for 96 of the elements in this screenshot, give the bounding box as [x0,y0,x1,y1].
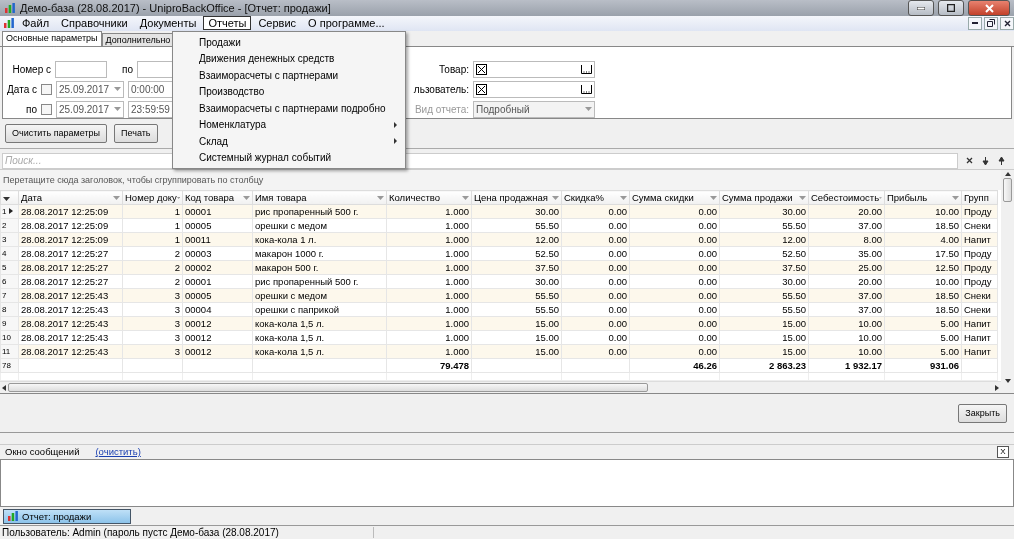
clear-icon[interactable] [476,83,487,95]
menu-item[interactable]: Справочники [56,16,133,31]
find-previous-button[interactable] [996,154,1006,167]
number-label: по [121,63,133,75]
number-field[interactable] [55,60,107,78]
clear-icon[interactable] [476,63,487,75]
column-header[interactable]: Скидка% [561,190,630,205]
print-button[interactable]: Печать [114,123,158,143]
column-header[interactable]: Дата [18,190,123,205]
horizontal-scrollbar[interactable] [0,381,1001,394]
minimize-icon [972,22,978,25]
column-header[interactable]: Код товара [182,190,253,205]
column-header[interactable]: Групп [961,190,998,205]
bar-chart-icon [3,17,15,30]
dropdown-caret-icon [585,107,592,112]
user-field[interactable] [473,80,595,98]
up-arrow-icon [997,156,1005,165]
close-messages-button[interactable]: X [997,445,1009,458]
status-text: Пользователь: Admin (пароль пустс Демо-база (28.08.2017) [2,526,374,538]
messages-title: Окно сообщений [5,446,80,458]
window-title: Демо-база (28.08.2017) - UniproBackOffice - [Отчет: продажи] [20,2,332,15]
close-icon [984,3,994,13]
column-header[interactable] [0,190,19,205]
scroll-thumb[interactable] [8,383,648,393]
filter-caret-icon [710,195,717,200]
scroll-thumb[interactable] [1003,178,1012,203]
menu-item[interactable]: Склад [173,133,405,150]
row-pointer-icon [9,208,14,215]
date-label: по [25,103,37,115]
menu-item[interactable]: Номенклатура [173,116,405,133]
column-header[interactable]: Сумма продажи [719,190,809,205]
menu-item[interactable]: О программе... [303,16,390,31]
dropdown-caret-icon [114,107,121,112]
close-button[interactable] [1000,16,1014,30]
up-arrow-icon [1004,172,1011,177]
window-tab[interactable]: Отчет: продажи [3,508,131,524]
clear-link[interactable]: (очистить) [95,446,141,458]
dropdown-caret-icon [114,87,121,92]
restore-button[interactable] [984,16,998,30]
column-header[interactable]: Количество [386,190,472,205]
minimize-icon [917,6,925,10]
filter-caret-icon [952,195,959,200]
submenu-arrow-icon [394,121,397,128]
right-arrow-icon [995,384,999,391]
date-field[interactable]: 25.09.2017 [56,80,124,98]
down-arrow-icon [981,156,989,165]
find-next-button[interactable] [980,154,990,167]
filter-caret-icon [243,195,250,200]
bar-chart-icon [4,2,16,15]
user-label: льзователь: [412,83,469,95]
submenu-arrow-icon [394,138,397,145]
report-type-label: Вид отчета: [413,103,469,115]
number-label: Номер с [11,63,51,75]
filter-caret-icon [113,195,120,200]
date-label: Дата с [6,83,37,95]
minimize-button[interactable] [968,16,982,30]
column-header[interactable]: Имя товара [252,190,387,205]
date-field[interactable]: 25.09.2017 [56,100,124,118]
maximize-button[interactable] [938,0,964,17]
close-icon [1003,19,1011,27]
column-header[interactable]: Номер доку [122,190,183,205]
tab[interactable]: Дополнительно [101,32,175,46]
checkbox[interactable] [41,83,52,95]
checkbox[interactable] [41,103,52,115]
menu-item[interactable]: Системный журнал событий [173,149,405,166]
browse-icon[interactable] [581,64,592,74]
filter-caret-icon [462,195,469,200]
column-header[interactable]: Цена продажная [471,190,562,205]
column-header[interactable]: Сумма скидки [629,190,720,205]
bar-chart-icon [7,510,19,522]
filter-caret-icon [799,195,806,200]
filter-caret-icon [620,195,627,200]
browse-icon[interactable] [581,84,592,94]
minimize-button[interactable] [908,0,934,17]
product-field[interactable] [473,60,595,78]
clear-parameters-button[interactable]: Очистить параметры [5,123,108,143]
menu-item[interactable]: Продажи [173,34,405,51]
filter-caret-icon [552,195,559,200]
menu-item[interactable]: Сервис [253,16,302,31]
menu-item[interactable]: Документы [134,16,202,31]
close-icon [965,157,973,165]
filter-caret-icon [377,195,384,200]
down-arrow-icon [1004,379,1011,384]
close-button[interactable] [968,0,1010,17]
left-arrow-icon [2,384,6,391]
menu-item[interactable]: Движения денежных средств [173,50,405,67]
product-label: Товар: [438,63,469,75]
menu-item[interactable]: Файл [17,16,55,31]
sort-caret-icon [3,197,10,202]
restore-icon [947,4,955,13]
group-hint: Перетащите сюда заголовок, чтобы сгруппировать по столбцу [3,175,264,186]
close-report-button[interactable]: Закрыть [958,403,1007,423]
column-header[interactable]: Прибыль [884,190,962,205]
restore-icon [987,19,995,28]
menu-item[interactable]: Отчеты [203,16,252,31]
column-header[interactable]: Себестоимость [808,190,885,205]
